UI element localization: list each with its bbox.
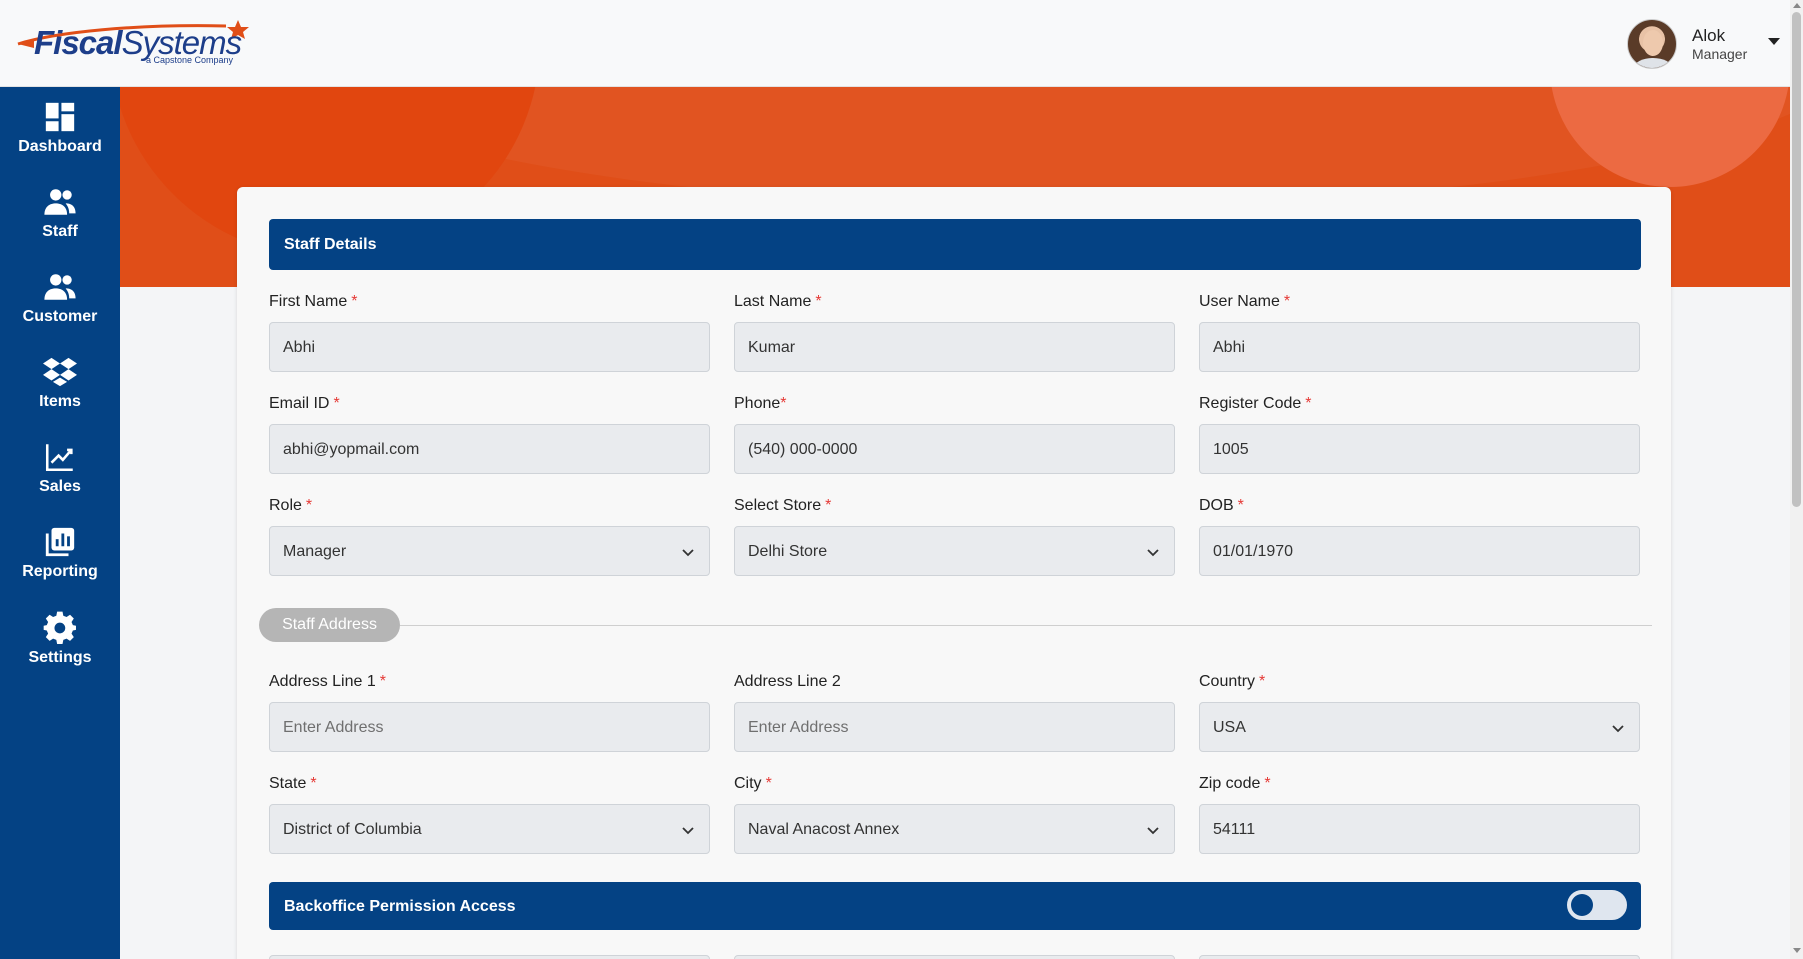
phone-field[interactable]: (540) 000-0000 (734, 424, 1175, 474)
chevron-down-icon (682, 827, 694, 835)
user-name-value: Abhi (1213, 339, 1246, 356)
store-select[interactable]: Delhi Store (734, 526, 1175, 576)
select-store-label: Select Store * (734, 497, 832, 514)
staff-form-card: Staff Details First Name * Abhi Last Name… (237, 187, 1671, 959)
sidebar-item-label: Reporting (22, 563, 98, 580)
staff-details-header: Staff Details (269, 219, 1641, 270)
city-label: City * (734, 775, 772, 792)
country-select[interactable]: USA (1199, 702, 1640, 752)
first-name-value: Abhi (283, 339, 316, 356)
state-value: District of Columbia (283, 821, 422, 838)
email-field[interactable]: abhi@yopmail.com (269, 424, 710, 474)
chevron-down-icon (682, 549, 694, 557)
sidebar-item-label: Customer (22, 308, 98, 325)
address-line2-input[interactable]: Enter Address (734, 702, 1175, 752)
chevron-down-icon (1147, 549, 1159, 557)
divider-line (400, 625, 1652, 626)
role-select[interactable]: Manager (269, 526, 710, 576)
role-value: Manager (283, 543, 347, 560)
address-line1-label: Address Line 1 * (269, 673, 386, 690)
sidebar-item-dashboard[interactable]: Dashboard (0, 100, 120, 178)
banner-decoration (1550, 87, 1790, 187)
address-line2-label: Address Line 2 (734, 673, 841, 690)
sidebar-item-label: Sales (39, 478, 81, 495)
dashboard-icon (45, 102, 75, 132)
city-select[interactable]: Naval Anacost Annex (734, 804, 1175, 854)
avatar-shirt (1634, 58, 1672, 68)
phone-label: Phone* (734, 395, 787, 412)
fiscal-systems-logo[interactable]: FiscalSystems a Capstone Company (16, 18, 256, 70)
city-value: Naval Anacost Annex (748, 821, 900, 838)
chart-line-icon (45, 444, 73, 472)
role-label: Role * (269, 497, 313, 514)
sidebar-item-label: Items (39, 393, 81, 410)
sidebar-item-label: Settings (28, 649, 92, 666)
sidebar-item-label: Dashboard (18, 138, 102, 155)
sidebar-item-staff[interactable]: Staff (0, 185, 120, 263)
sidebar-item-settings[interactable]: Settings (0, 611, 120, 689)
backoffice-permission-header: Backoffice Permission Access (269, 882, 1641, 930)
avatar-face (1643, 30, 1663, 56)
register-code-label: Register Code * (1199, 395, 1312, 412)
phone-value: (540) 000-0000 (748, 441, 858, 458)
zip-code-input[interactable]: 54111 (1199, 804, 1640, 854)
user-name: Alok (1692, 26, 1726, 45)
last-name-value: Kumar (748, 339, 796, 356)
first-name-label: First Name * (269, 293, 358, 310)
dob-label: DOB * (1199, 497, 1244, 514)
user-role: Manager (1692, 46, 1748, 62)
partial-field[interactable] (1199, 955, 1640, 959)
sidebar-item-label: Staff (42, 223, 78, 240)
email-label: Email ID * (269, 395, 340, 412)
permission-toggle[interactable] (1567, 890, 1627, 920)
address-line1-input[interactable]: Enter Address (269, 702, 710, 752)
chevron-down-icon (1612, 725, 1624, 733)
sidebar-item-reporting[interactable]: Reporting (0, 525, 120, 603)
country-value: USA (1213, 719, 1246, 736)
section-title: Backoffice Permission Access (284, 898, 516, 915)
country-label: Country * (1199, 673, 1266, 690)
users-icon (44, 274, 76, 300)
page-scrollbar[interactable] (1790, 0, 1803, 959)
state-label: State * (269, 775, 317, 792)
first-name-input[interactable]: Abhi (269, 322, 710, 372)
scroll-up-icon[interactable] (1793, 3, 1801, 8)
toggle-knob (1571, 894, 1593, 916)
register-code-value: 1005 (1213, 441, 1249, 458)
sidebar-item-sales[interactable]: Sales (0, 440, 120, 518)
avatar[interactable] (1627, 19, 1677, 69)
brand-tagline: a Capstone Company (146, 55, 234, 65)
staff-address-divider: Staff Address (259, 608, 400, 642)
sidebar-item-customer[interactable]: Customer (0, 270, 120, 348)
store-value: Delhi Store (748, 543, 828, 560)
address-line2-placeholder: Enter Address (748, 719, 849, 736)
report-icon (45, 527, 75, 557)
top-header: FiscalSystems a Capstone Company Alok Ma… (0, 0, 1790, 87)
email-value: abhi@yopmail.com (283, 441, 420, 458)
caret-down-icon[interactable] (1764, 31, 1784, 51)
layers-icon (43, 357, 77, 387)
scroll-down-icon[interactable] (1793, 948, 1801, 953)
dob-input[interactable]: 01/01/1970 (1199, 526, 1640, 576)
sidebar-item-items[interactable]: Items (0, 355, 120, 433)
section-title: Staff Details (284, 236, 377, 253)
scrollbar-thumb[interactable] (1792, 12, 1801, 507)
zip-code-value: 54111 (1213, 821, 1256, 838)
chevron-down-icon (1147, 827, 1159, 835)
state-select[interactable]: District of Columbia (269, 804, 710, 854)
last-name-label: Last Name * (734, 293, 822, 310)
address-line1-placeholder: Enter Address (283, 719, 384, 736)
sidebar: Dashboard Staff Customer Items Sales Rep… (0, 87, 120, 959)
partial-field[interactable] (269, 955, 710, 959)
last-name-input[interactable]: Kumar (734, 322, 1175, 372)
user-name-input[interactable]: Abhi (1199, 322, 1640, 372)
zip-code-label: Zip code * (1199, 775, 1271, 792)
dob-value: 01/01/1970 (1213, 543, 1294, 560)
register-code-input[interactable]: 1005 (1199, 424, 1640, 474)
gear-icon (43, 611, 76, 644)
users-icon (44, 189, 76, 215)
partial-field[interactable] (734, 955, 1175, 959)
user-menu[interactable]: Alok Manager (1627, 19, 1787, 71)
user-name-label: User Name * (1199, 293, 1291, 310)
